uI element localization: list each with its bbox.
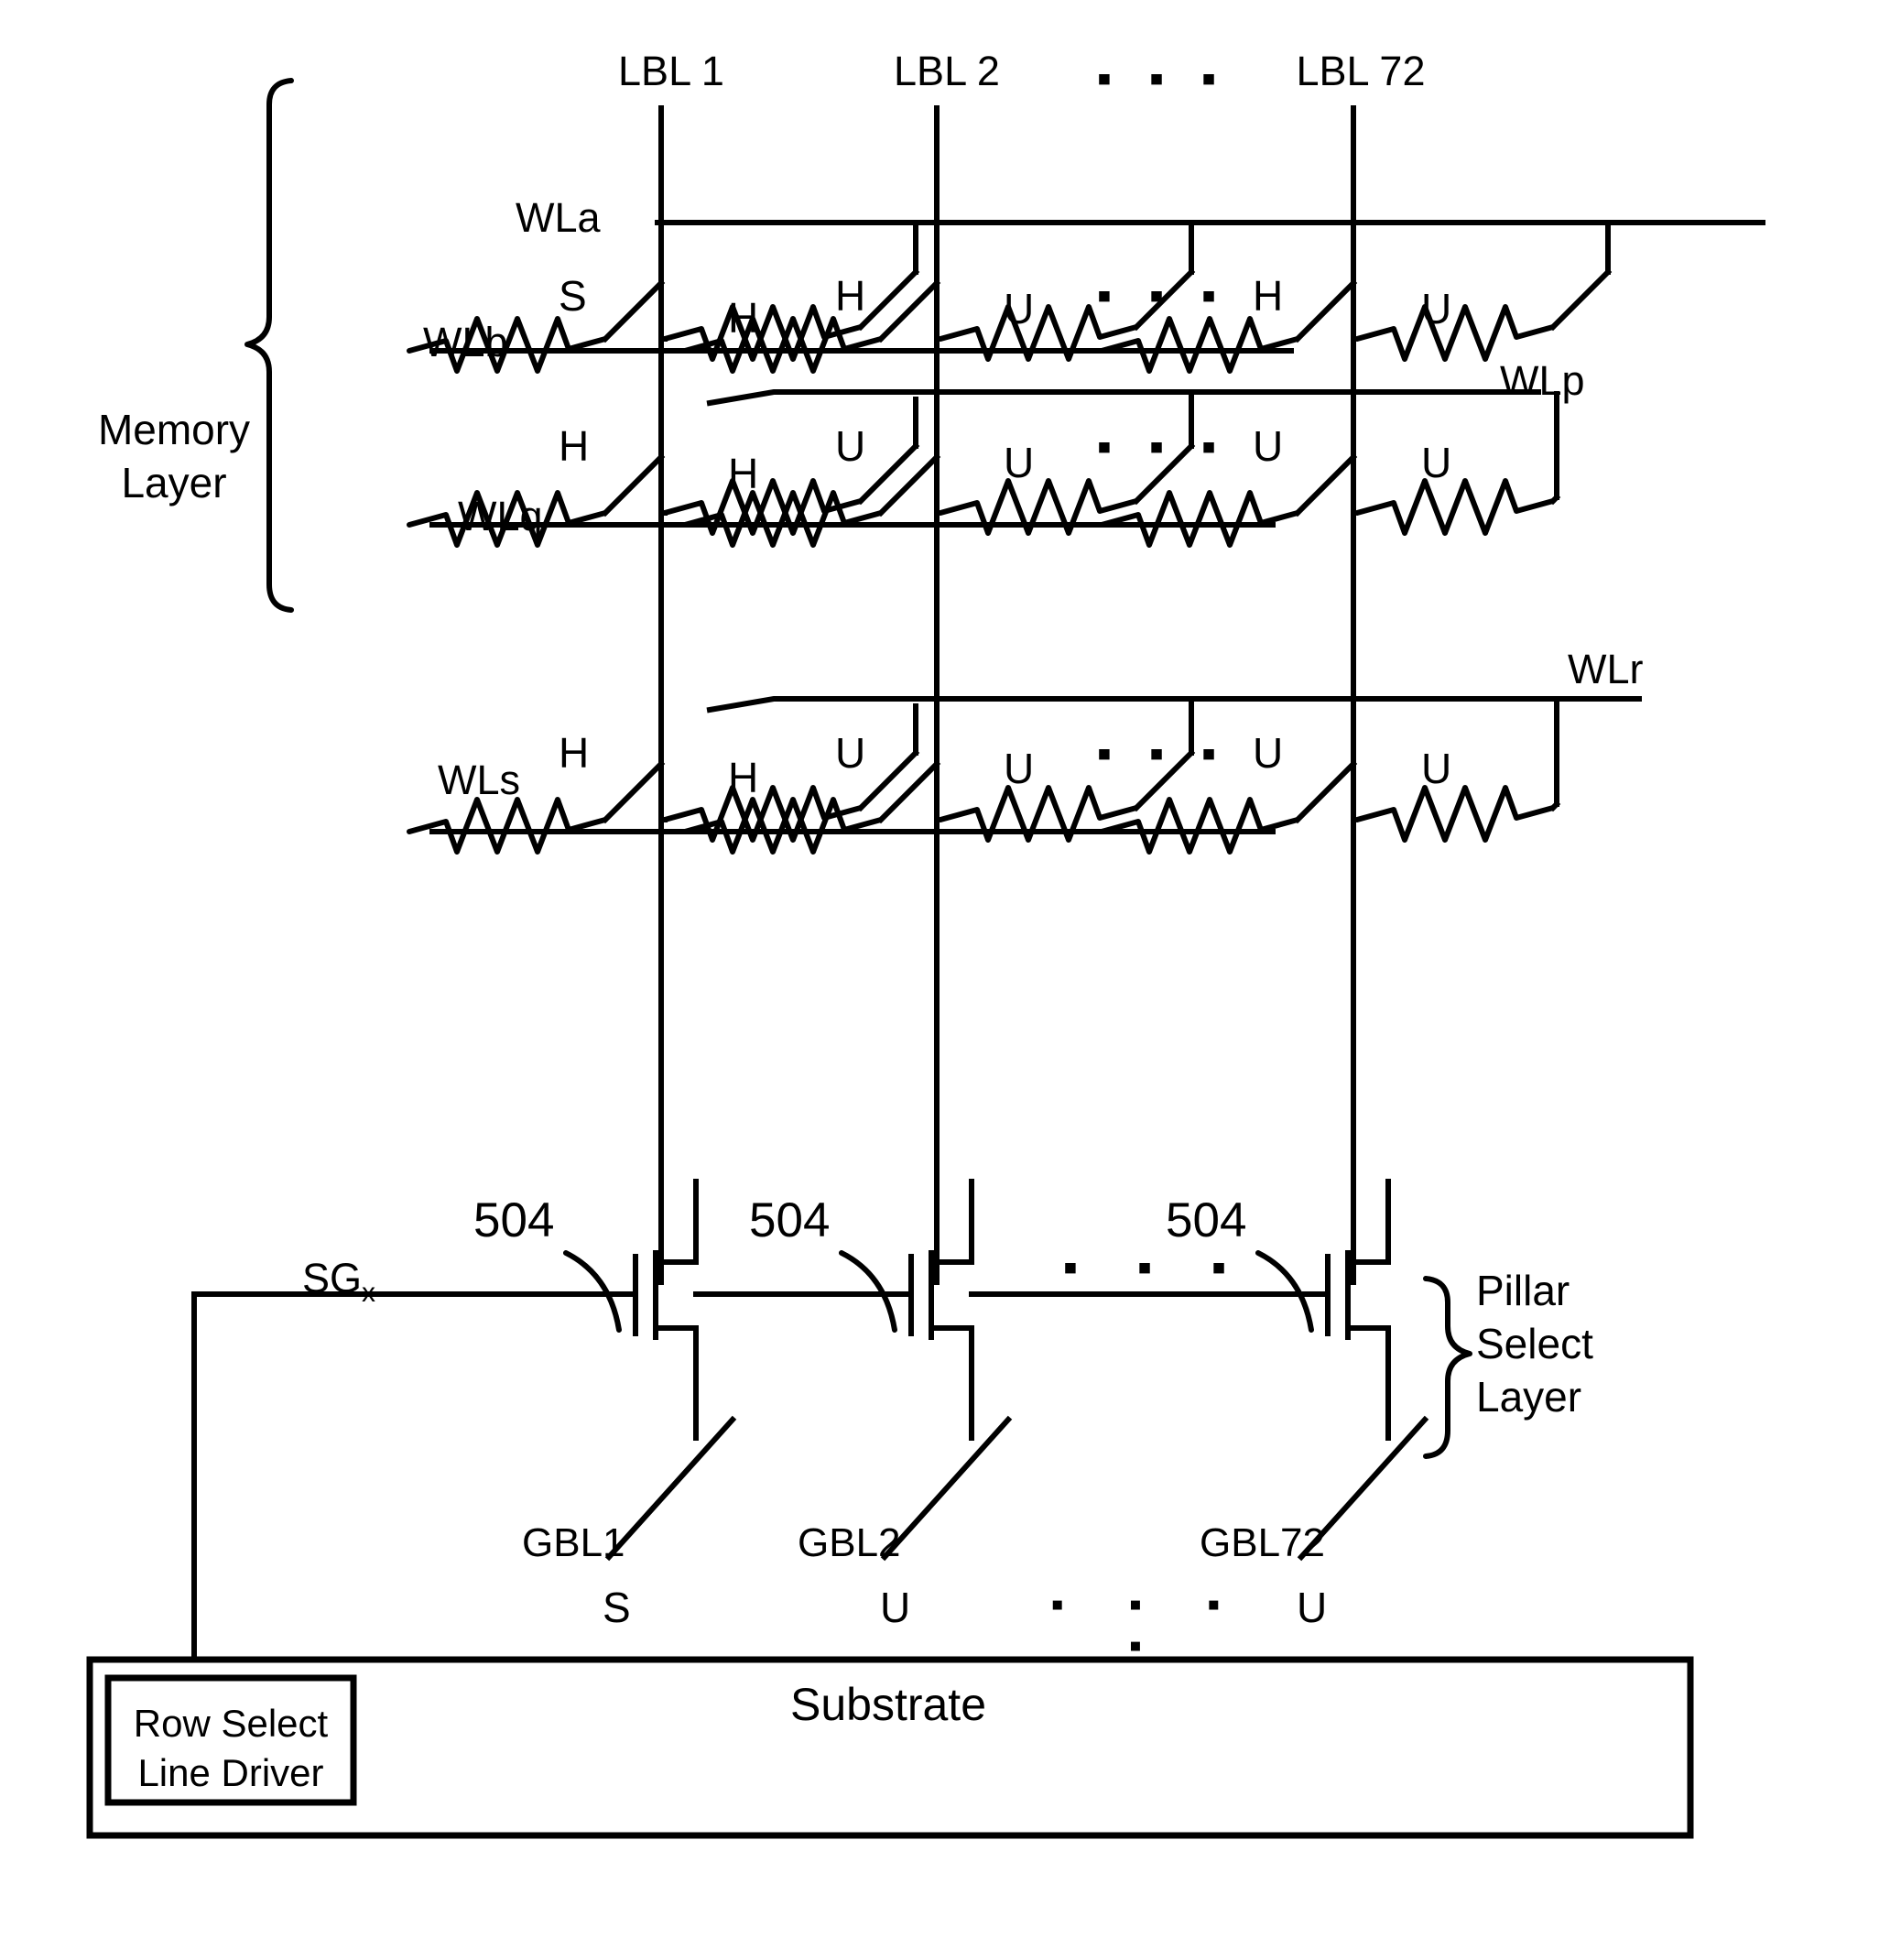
cell-u-wlp-lbl72: [1354, 391, 1561, 536]
gbl72-label: GBL72: [1200, 1520, 1325, 1565]
select-transistor-2: [908, 1179, 974, 1441]
memory-layer-label: Memory Layer: [82, 403, 266, 509]
cell-label-r3-c2: H: [728, 754, 759, 801]
cell-label-r2-c4: U: [1004, 439, 1035, 486]
cell-label-r1-c3: H: [835, 272, 866, 320]
row-select-line-driver-label-line1: Row Select: [133, 1702, 329, 1745]
memory-layer-label-line1: Memory: [97, 406, 251, 453]
ellipsis-transistors: ▪ ▪ ▪: [1062, 1243, 1251, 1290]
select-transistor-72: [1325, 1179, 1391, 1441]
lbl-2-label: LBL 2: [894, 48, 1000, 94]
cell-label-r3-c6: U: [1421, 745, 1452, 792]
cell-label-r3-c4: U: [1004, 745, 1035, 792]
select-transistor-1: [633, 1179, 699, 1441]
cell-label-r3-c5: U: [1253, 729, 1284, 777]
cell-label-r1-c6: U: [1421, 285, 1452, 332]
memory-layer-brace: [244, 78, 294, 613]
memory-layer-label-line2: Layer: [121, 459, 227, 506]
gbl1-state: S: [603, 1584, 631, 1631]
ref-504-1: 504: [473, 1193, 555, 1247]
gbl1-label: GBL1: [522, 1520, 625, 1565]
gbl2-state: U: [880, 1584, 911, 1631]
cell-label-r2-c6: U: [1421, 439, 1452, 486]
ellipsis-gbl: ▪ ▪ ▪ ▪: [1050, 1584, 1248, 1666]
cell-u-wla-lbl72: [1354, 220, 1613, 362]
pillar-select-layer-label-line2: Select: [1476, 1320, 1593, 1367]
ellipsis-row-3: ▪ ▪ ▪: [1096, 729, 1230, 777]
ellipsis-row-2: ▪ ▪ ▪: [1096, 422, 1230, 470]
wlb-label: WLb: [423, 319, 508, 365]
cell-label-r1-c2: H: [728, 294, 759, 342]
cell-label-r3-c1: H: [559, 729, 590, 777]
cell-label-r2-c2: H: [728, 450, 759, 497]
wlp-wire: [706, 389, 1541, 407]
sgx-label-subscript: x: [362, 1278, 376, 1308]
cell-label-r2-c1: H: [559, 422, 590, 470]
gbl2-label: GBL2: [798, 1520, 901, 1565]
cell-label-r3-c3: U: [835, 729, 866, 777]
wlq-label: WLq: [458, 493, 543, 539]
cell-label-r1-c4: U: [1004, 285, 1035, 332]
wlp-label: WLp: [1500, 357, 1585, 404]
wls-label: WLs: [438, 757, 520, 803]
lbl-72-label: LBL 72: [1296, 48, 1426, 94]
ellipsis-row-1: ▪ ▪ ▪: [1096, 271, 1230, 319]
ref-504-2: 504: [749, 1193, 831, 1247]
gbl2-diagonal: [880, 1415, 1013, 1562]
sgx-label: SGx: [302, 1255, 375, 1309]
pillar-select-layer-label: Pillar Select Layer: [1476, 1264, 1687, 1423]
wla-label: WLa: [516, 194, 601, 241]
ellipsis-top: ▪ ▪ ▪: [1096, 54, 1230, 102]
t1-source: [653, 1325, 699, 1441]
row-select-line-driver-label: Row Select Line Driver: [108, 1699, 353, 1798]
cell-label-r1-c1: S: [559, 272, 587, 320]
gbl1-diagonal: [604, 1415, 737, 1562]
t72-source: [1345, 1325, 1391, 1441]
patent-figure: LBL 1 LBL 2 LBL 72 ▪ ▪ ▪ Memory Layer WL…: [0, 0, 1901, 1960]
lbl-1-label: LBL 1: [618, 48, 724, 94]
cell-label-r2-c5: U: [1253, 422, 1284, 470]
row-select-line-driver-label-line2: Line Driver: [137, 1751, 324, 1794]
substrate-label: Substrate: [789, 1679, 986, 1730]
pillar-select-layer-brace: [1423, 1276, 1472, 1459]
cell-label-r1-c5: H: [1253, 272, 1284, 320]
t2-source: [929, 1325, 974, 1441]
ref-504-3: 504: [1166, 1193, 1247, 1247]
wordline-row-a-b: [407, 220, 1765, 374]
sgx-label-text: SG: [302, 1255, 363, 1301]
pillar-select-layer-label-line1: Pillar: [1476, 1267, 1570, 1314]
cell-label-r2-c3: U: [835, 422, 866, 470]
schematic-canvas: [86, 78, 1765, 1839]
cell-u-wlr-lbl72: [1354, 698, 1561, 843]
gbl72-state: U: [1297, 1584, 1328, 1631]
pillar-select-layer-label-line3: Layer: [1476, 1373, 1582, 1421]
wlr-wire: [706, 696, 1642, 713]
wlr-label: WLr: [1568, 646, 1644, 692]
